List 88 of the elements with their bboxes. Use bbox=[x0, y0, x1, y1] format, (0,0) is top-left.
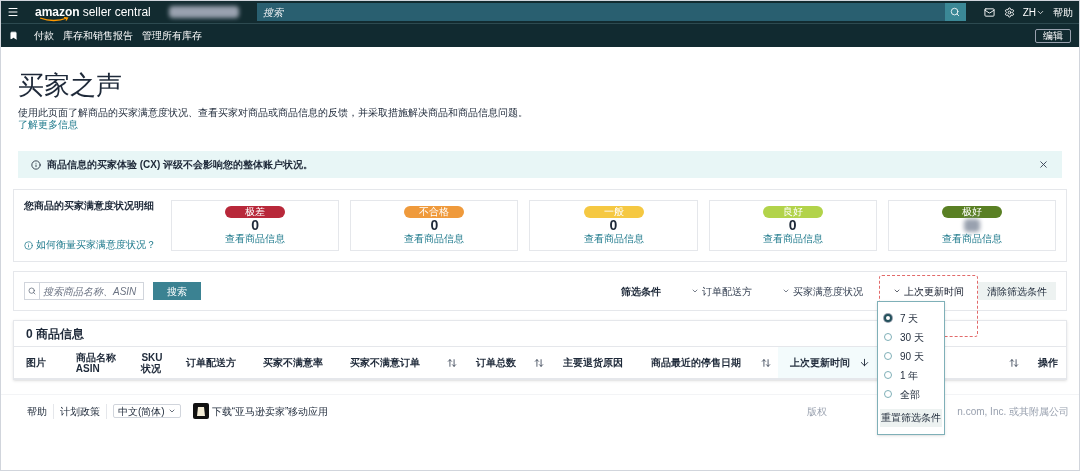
column-label: 订单配送方 bbox=[185, 357, 238, 368]
copyright-text: n.com, Inc. 或其附属公司 bbox=[957, 404, 1069, 419]
reset-filter-button[interactable]: 重置筛选条件 bbox=[880, 408, 942, 427]
info-icon bbox=[31, 159, 41, 170]
column-label: 商品名称 ASIN bbox=[74, 351, 117, 374]
filter-dropdown[interactable]: 上次更新时间 bbox=[893, 283, 964, 299]
language-menu[interactable]: ZH bbox=[1022, 4, 1045, 20]
help-link[interactable]: 帮助 bbox=[1053, 4, 1073, 20]
sort-icon[interactable] bbox=[1009, 357, 1020, 368]
radio-button[interactable] bbox=[884, 314, 892, 322]
option-label: 1 年 bbox=[900, 368, 919, 383]
option-label: 7 天 bbox=[900, 311, 919, 326]
time-option[interactable]: 90 天 bbox=[880, 346, 942, 366]
search-field[interactable]: 搜索 bbox=[256, 3, 945, 21]
nav-link[interactable]: 管理所有库存 bbox=[142, 28, 202, 43]
time-option[interactable]: 7 天 bbox=[880, 308, 942, 328]
sort-icon[interactable] bbox=[760, 357, 771, 368]
rating-count: 0 bbox=[788, 218, 797, 233]
rating-count: 0 bbox=[609, 218, 618, 233]
filter-dropdown[interactable]: 买家满意度状况 bbox=[782, 283, 863, 299]
settings-icon[interactable] bbox=[1003, 6, 1015, 18]
mail-icon[interactable] bbox=[983, 6, 995, 18]
language-select[interactable]: 中文(简体) bbox=[113, 404, 181, 418]
edit-button[interactable]: 编辑 bbox=[1035, 28, 1071, 43]
bookmark-icon[interactable] bbox=[9, 31, 18, 40]
column-label: SKU 状况 bbox=[139, 351, 164, 374]
menu-icon[interactable] bbox=[7, 6, 19, 18]
learn-more-link[interactable]: 了解更多信息 bbox=[18, 119, 78, 131]
rating-count: 0 bbox=[430, 218, 439, 233]
rating-badge: 不合格 bbox=[404, 206, 465, 218]
rating-badge: 一般 bbox=[583, 206, 644, 218]
column-header[interactable]: 上次更新时间 bbox=[777, 347, 878, 379]
alert-text: 商品信息的买家体验 (CX) 评级不会影响您的整体账户状况。 bbox=[47, 158, 314, 172]
rating-count: 0 bbox=[251, 218, 259, 233]
column-label: 商品最近的停售日期 bbox=[649, 357, 742, 368]
amazon-logo[interactable]: amazon bbox=[35, 5, 80, 19]
column-label: 买家不满意订单 bbox=[349, 357, 422, 368]
chevron-icon bbox=[167, 407, 176, 415]
view-products-link[interactable]: 查看商品信息 bbox=[762, 233, 823, 245]
sort-icon[interactable] bbox=[534, 357, 545, 368]
page-title: 买家之声 bbox=[18, 69, 123, 101]
info-icon bbox=[24, 240, 33, 250]
chevron-icon bbox=[782, 287, 790, 295]
footer-link[interactable]: 帮助 bbox=[27, 403, 54, 419]
column-label: 操作 bbox=[1037, 357, 1059, 368]
option-label: 90 天 bbox=[900, 349, 924, 364]
view-products-link[interactable]: 查看商品信息 bbox=[404, 233, 465, 245]
close-icon[interactable] bbox=[1038, 159, 1049, 170]
time-option[interactable]: 1 年 bbox=[880, 365, 942, 385]
view-products-link[interactable]: 查看商品信息 bbox=[583, 233, 644, 245]
chevron-icon bbox=[893, 287, 901, 295]
sort-descending-icon[interactable] bbox=[859, 357, 871, 368]
nav-link[interactable]: 付款 bbox=[34, 28, 54, 43]
column-label: 买家不满意率 bbox=[261, 357, 324, 368]
rating-badge: 极差 bbox=[225, 206, 286, 218]
ratings-heading: 您商品的买家满意度状况明细 bbox=[24, 200, 154, 211]
rating-badge: 良好 bbox=[762, 206, 823, 218]
footer-link[interactable]: 计划政策 bbox=[54, 403, 107, 419]
nav-link[interactable]: 库存和销售报告 bbox=[63, 28, 133, 43]
rating-badge: 极好 bbox=[941, 206, 1002, 218]
column-label: 图片 bbox=[25, 357, 47, 368]
page-description: 使用此页面了解商品的买家满意度状况、查看买家对商品或商品信息的反馈，并采取措施解决商品和商品信息问题。 bbox=[18, 107, 529, 119]
search-icon bbox=[28, 287, 36, 295]
option-label: 30 天 bbox=[900, 330, 924, 345]
product-search-field[interactable]: 搜索商品名称、ASIN bbox=[40, 282, 144, 300]
filter-dropdown[interactable]: 订单配送方 bbox=[691, 283, 752, 299]
clear-filters-button[interactable]: 清除筛选条件 bbox=[978, 282, 1056, 300]
search-button[interactable] bbox=[944, 3, 966, 21]
app-icon[interactable] bbox=[192, 403, 209, 419]
column-label: 上次更新时间 bbox=[788, 357, 851, 368]
blurred-block bbox=[168, 6, 239, 18]
column-label: 主要退货原因 bbox=[562, 357, 625, 368]
view-products-link[interactable]: 查看商品信息 bbox=[225, 233, 286, 245]
time-option[interactable]: 30 天 bbox=[880, 327, 942, 347]
app-download-link[interactable]: 下载“亚马逊卖家”移动应用 bbox=[211, 403, 329, 419]
column-label: 订单总数 bbox=[474, 357, 517, 368]
time-option[interactable]: 全部 bbox=[880, 384, 942, 404]
help-link[interactable]: 如何衡量买家满意度状况？ bbox=[24, 239, 156, 251]
view-products-link[interactable]: 查看商品信息 bbox=[941, 233, 1002, 245]
sort-icon[interactable] bbox=[446, 357, 457, 368]
table-title: 0 商品信息 bbox=[26, 325, 84, 343]
copyright-text: 版权 bbox=[807, 404, 828, 419]
search-icon bbox=[950, 7, 961, 17]
chevron-icon bbox=[691, 287, 699, 295]
product-name: seller central bbox=[82, 5, 151, 19]
option-label: 全部 bbox=[900, 387, 920, 402]
filter-label: 筛选条件 bbox=[621, 284, 661, 299]
search-button[interactable]: 搜索 bbox=[153, 282, 201, 300]
